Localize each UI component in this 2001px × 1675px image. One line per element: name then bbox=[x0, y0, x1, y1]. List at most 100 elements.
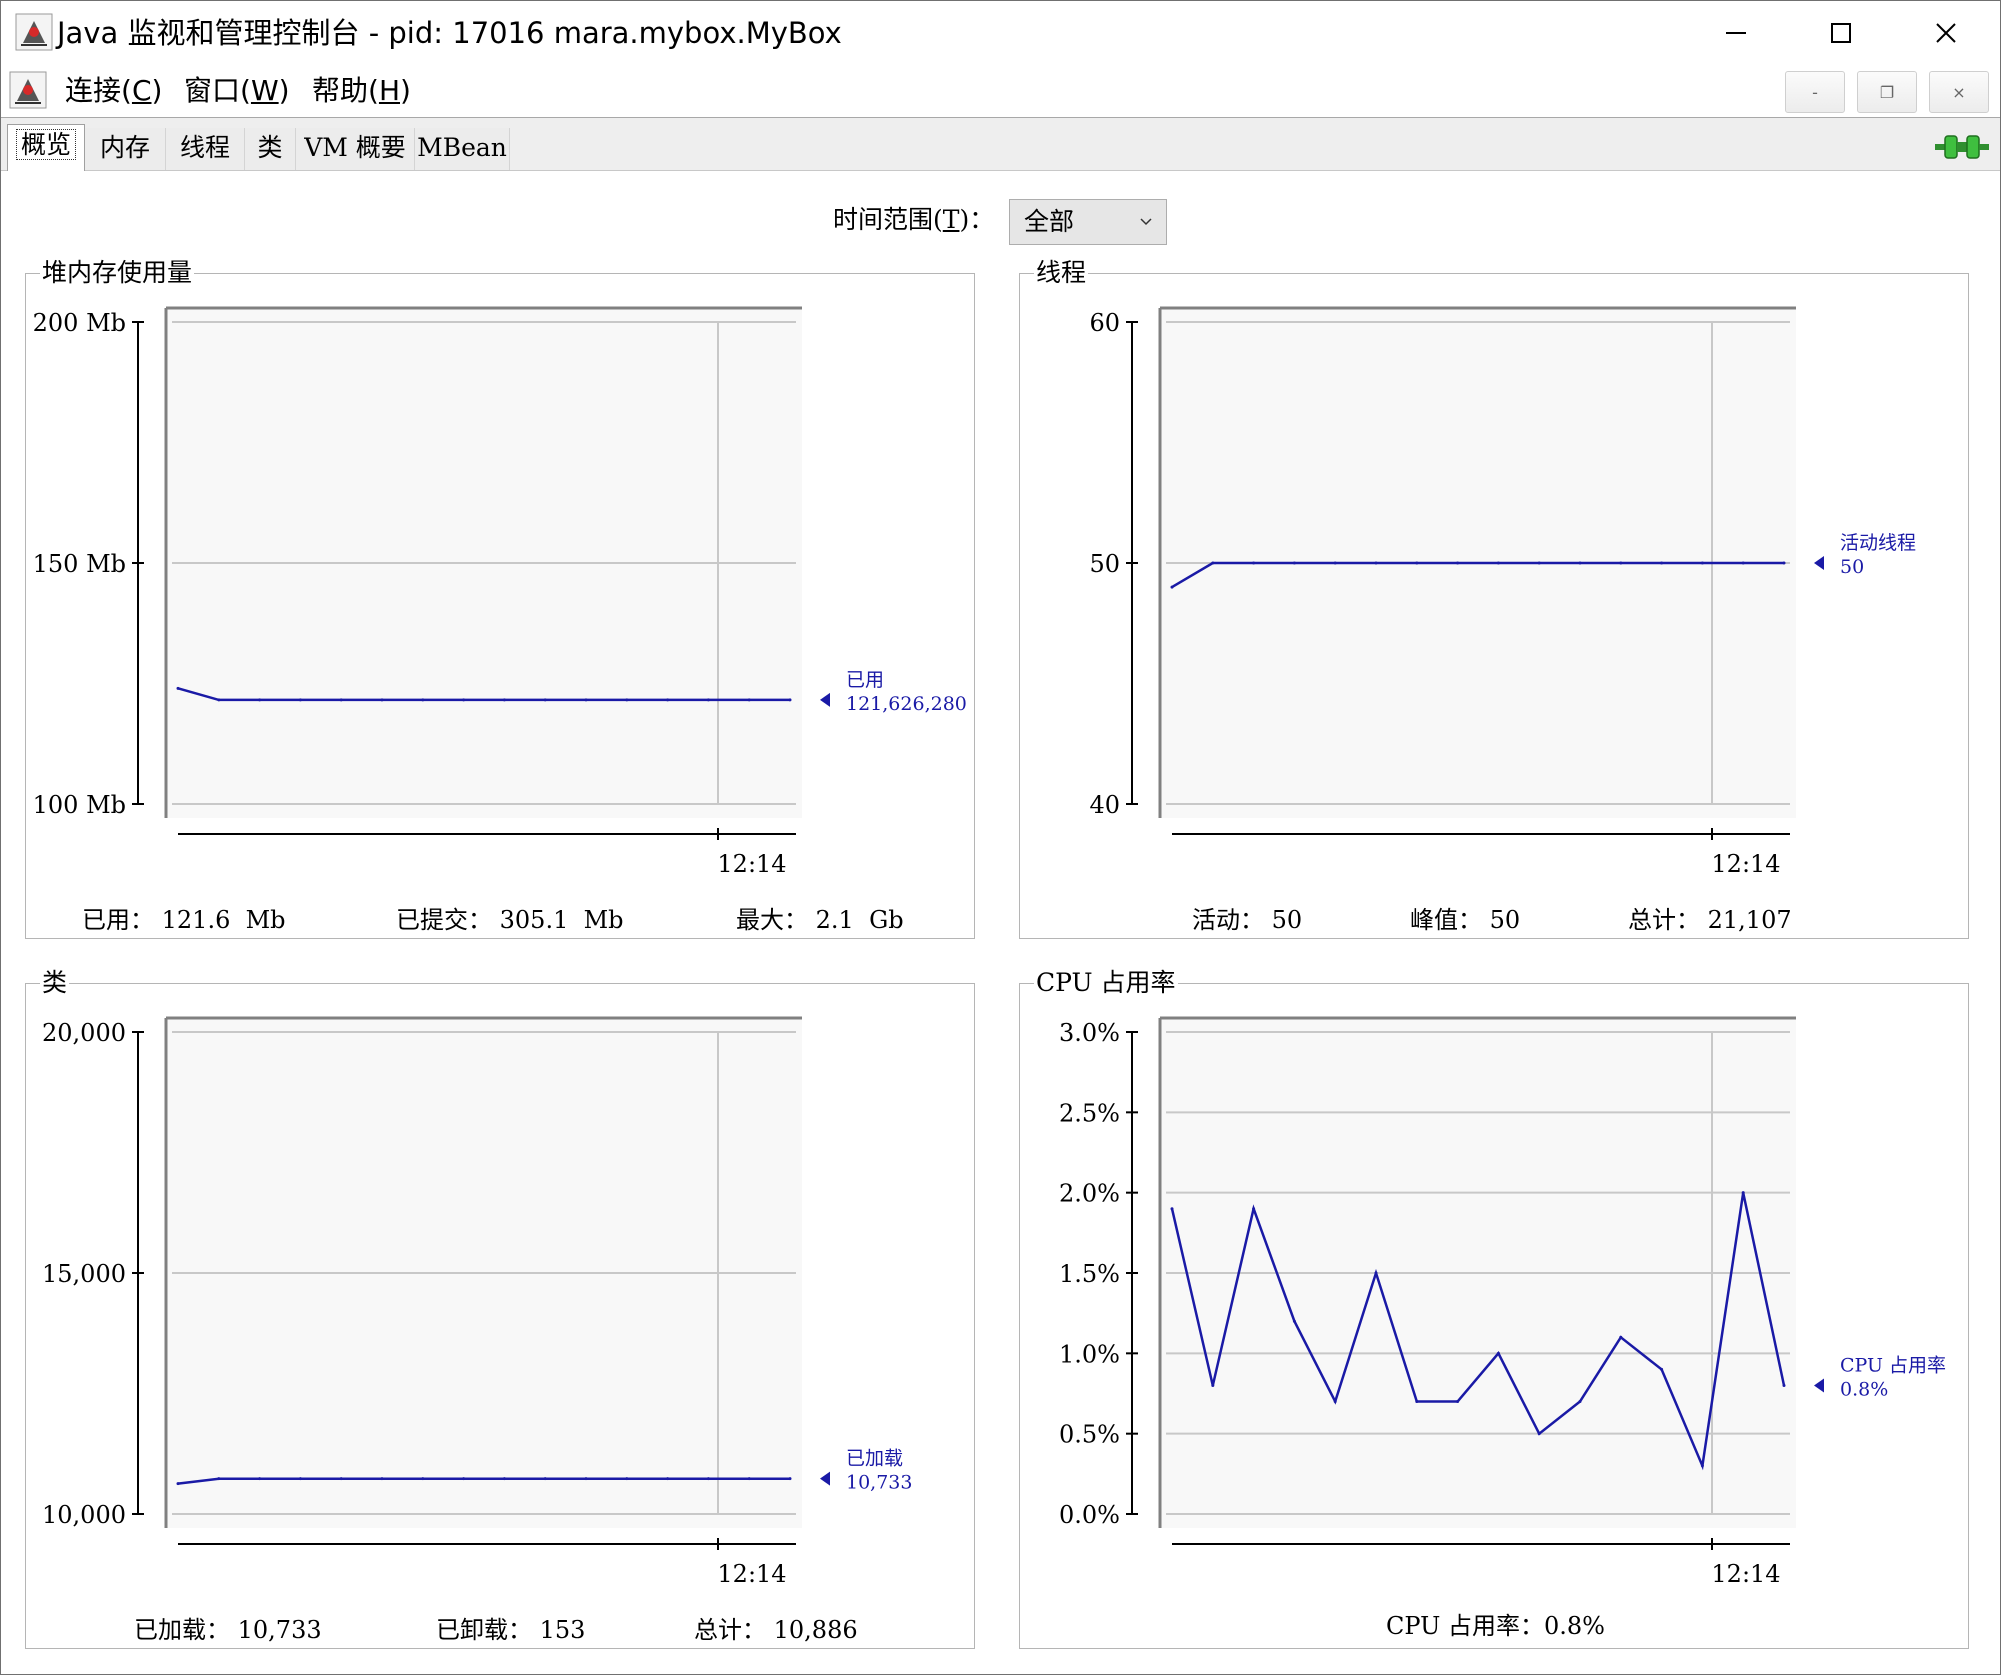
data-point bbox=[1660, 561, 1664, 565]
data-point bbox=[1660, 1367, 1664, 1371]
y-tick-label: 15,000 bbox=[42, 1260, 126, 1288]
data-point bbox=[788, 1477, 792, 1481]
data-point bbox=[666, 698, 670, 702]
heap-summary-committed: 已提交： 305.1 Mb bbox=[396, 906, 624, 934]
classes-panel: 类 10,000 15,000 20,000 12:14 已加载 10,733 已加载： … bbox=[25, 966, 975, 1649]
data-point bbox=[1537, 561, 1541, 565]
maximize-button[interactable] bbox=[1796, 9, 1886, 57]
heap-summary-max: 最大： 2.1 Gb bbox=[736, 906, 904, 934]
data-point bbox=[176, 1482, 180, 1486]
data-point bbox=[747, 698, 751, 702]
mdi-close-button[interactable]: × bbox=[1929, 71, 1989, 113]
y-tick-label: 40 bbox=[1089, 791, 1120, 819]
connection-plug-icon bbox=[1935, 135, 1989, 159]
data-point bbox=[1292, 561, 1296, 565]
classes-chart: 10,000 15,000 20,000 12:14 已加载10,733 bbox=[42, 1016, 912, 1588]
minimize-button[interactable] bbox=[1691, 9, 1781, 57]
data-point bbox=[217, 1477, 221, 1481]
data-point bbox=[298, 698, 302, 702]
data-point bbox=[502, 1477, 506, 1481]
data-point bbox=[1700, 1464, 1704, 1468]
data-point bbox=[1496, 1351, 1500, 1355]
data-point bbox=[1741, 1191, 1745, 1195]
data-point bbox=[788, 698, 792, 702]
series-value-label: 121,626,280 bbox=[846, 693, 967, 715]
data-point bbox=[1619, 1335, 1623, 1339]
jconsole-window: Java 监视和管理控制台 - pid: 17016 mara.mybox.My… bbox=[0, 0, 2001, 1675]
data-point bbox=[625, 698, 629, 702]
x-tick-label: 12:14 bbox=[1711, 1560, 1780, 1588]
close-icon bbox=[1936, 23, 1956, 43]
heap-summary: 已用： 121.6 Mb bbox=[82, 906, 286, 934]
data-point bbox=[380, 1477, 384, 1481]
data-point bbox=[1496, 561, 1500, 565]
menu-help[interactable]: 帮助(H) bbox=[312, 73, 411, 109]
data-point bbox=[462, 698, 466, 702]
data-point bbox=[1415, 1400, 1419, 1404]
y-tick-label: 2.5% bbox=[1059, 1099, 1120, 1127]
data-point bbox=[1374, 1271, 1378, 1275]
tab-mbean[interactable]: MBean bbox=[415, 128, 510, 170]
y-tick-label: 20,000 bbox=[42, 1019, 126, 1047]
x-tick-label: 12:14 bbox=[717, 850, 786, 878]
y-tick-label: 1.0% bbox=[1059, 1340, 1120, 1368]
series-name-label: 活动线程 bbox=[1840, 532, 1916, 554]
y-tick-label: 100 Mb bbox=[33, 791, 126, 819]
series-name-label: 已用 bbox=[846, 669, 884, 691]
data-point bbox=[1578, 1400, 1582, 1404]
series-name-label: CPU 占用率 bbox=[1840, 1354, 1946, 1376]
data-point bbox=[1292, 1319, 1296, 1323]
tab-threads[interactable]: 线程 bbox=[166, 128, 245, 170]
mdi-minimize-button[interactable]: - bbox=[1785, 71, 1845, 113]
classes-summary-loaded: 已加载： 10,733 bbox=[134, 1616, 322, 1644]
data-point bbox=[543, 1477, 547, 1481]
current-value-marker bbox=[1814, 1378, 1824, 1393]
data-point bbox=[298, 1477, 302, 1481]
threads-summary-peak: 峰值： 50 bbox=[1410, 906, 1521, 934]
data-point bbox=[1211, 1383, 1215, 1387]
cpu-usage-chart: 0.0% 0.5% 1.0% 1.5% 2.0% 2.5% 3.0% 12:14 CPU 占用率… bbox=[1059, 1016, 1946, 1588]
mdi-restore-button[interactable]: ❐ bbox=[1857, 71, 1917, 113]
y-tick-label: 3.0% bbox=[1059, 1019, 1120, 1047]
menu-connect[interactable]: 连接(C) bbox=[65, 73, 162, 109]
data-point bbox=[258, 698, 262, 702]
data-point bbox=[380, 698, 384, 702]
data-point bbox=[1700, 561, 1704, 565]
data-point bbox=[706, 1477, 710, 1481]
title-bar[interactable]: Java 监视和管理控制台 - pid: 17016 mara.mybox.My… bbox=[1, 1, 2000, 65]
data-point bbox=[176, 686, 180, 690]
y-tick-label: 0.5% bbox=[1059, 1421, 1120, 1449]
minimize-icon bbox=[1726, 32, 1746, 34]
data-point bbox=[217, 698, 221, 702]
y-tick-label: 0.0% bbox=[1059, 1501, 1120, 1529]
tab-vm-summary[interactable]: VM 概要 bbox=[296, 128, 415, 170]
data-point bbox=[502, 698, 506, 702]
classes-summary-total: 总计： 10,886 bbox=[694, 1616, 858, 1644]
data-point bbox=[1211, 561, 1215, 565]
data-point bbox=[625, 1477, 629, 1481]
java-duke-icon bbox=[15, 13, 53, 51]
tab-classes[interactable]: 类 bbox=[245, 128, 296, 170]
data-point bbox=[584, 1477, 588, 1481]
data-point bbox=[339, 1477, 343, 1481]
time-range-select[interactable]: 全部 bbox=[1009, 199, 1167, 245]
data-point bbox=[421, 698, 425, 702]
data-point bbox=[1252, 561, 1256, 565]
series-value-label: 10,733 bbox=[846, 1472, 912, 1494]
close-button[interactable] bbox=[1901, 9, 1991, 57]
data-point bbox=[1333, 561, 1337, 565]
data-point bbox=[1252, 1207, 1256, 1211]
data-point bbox=[258, 1477, 262, 1481]
data-point bbox=[1415, 561, 1419, 565]
tab-memory[interactable]: 内存 bbox=[85, 128, 166, 170]
window-title: Java 监视和管理控制台 - pid: 17016 mara.mybox.My… bbox=[57, 16, 842, 50]
data-point bbox=[584, 698, 588, 702]
threads-panel: 线程 40 50 60 12:14 活动线程 50 活动： 50 峰值： 50 总计： 2… bbox=[1019, 256, 1969, 939]
data-point bbox=[1170, 585, 1174, 589]
current-value-marker bbox=[820, 1471, 830, 1486]
threads-chart: 40506012:14活动线程50 bbox=[1089, 306, 1916, 878]
menu-window[interactable]: 窗口(W) bbox=[184, 73, 290, 109]
y-tick-label: 60 bbox=[1089, 309, 1120, 337]
tab-overview[interactable]: 概览 bbox=[7, 124, 85, 171]
data-point bbox=[666, 1477, 670, 1481]
